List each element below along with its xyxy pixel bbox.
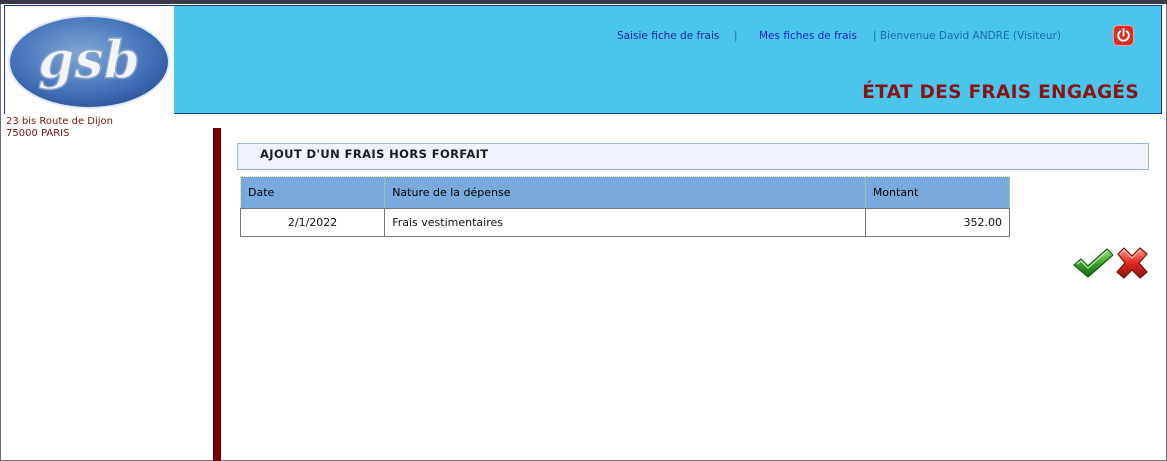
table-row: 2/1/2022 Frais vestimentaires 352.00 (239, 208, 1011, 237)
cross-icon (1116, 247, 1148, 279)
site-header: Saisie fiche de frais | Mes fiches de fr… (4, 5, 1162, 114)
column-header-montant: Montant (864, 176, 1011, 209)
section-header: AJOUT D'UN FRAIS HORS FORFAIT (237, 143, 1149, 170)
address-line-2: 75000 PARIS (6, 128, 70, 139)
frais-hors-forfait-table: Date Nature de la dépense Montant 2/1/20… (239, 176, 1011, 237)
cell-montant: 352.00 (864, 208, 1011, 237)
cell-nature: Frais vestimentaires (384, 208, 866, 237)
checkmark-icon (1073, 248, 1114, 278)
power-icon (1117, 28, 1130, 42)
gsb-logo-image: gsb (8, 15, 170, 109)
page-title: ÉTAT DES FRAIS ENGAGÉS (862, 82, 1139, 103)
table-header-row: Date Nature de la dépense Montant (239, 176, 1011, 209)
column-header-date: Date (239, 176, 386, 209)
nav-separator: | (734, 30, 738, 42)
nav-link-mes-fiches[interactable]: Mes fiches de frais (759, 30, 857, 42)
validate-button[interactable] (1072, 246, 1114, 280)
svg-text:gsb: gsb (38, 30, 140, 91)
cell-date: 2/1/2022 (239, 208, 386, 237)
column-header-nature: Nature de la dépense (384, 176, 866, 209)
sidebar-divider (213, 128, 221, 461)
nav-welcome-user[interactable]: | Bienvenue David ANDRE (Visiteur) (873, 30, 1061, 42)
section-title: AJOUT D'UN FRAIS HORS FORFAIT (260, 147, 489, 161)
window-top-border (0, 0, 1167, 4)
cancel-button[interactable] (1114, 246, 1150, 280)
address-line-1: 23 bis Route de Dijon (6, 116, 114, 127)
nav-link-saisie-fiche[interactable]: Saisie fiche de frais (617, 30, 719, 42)
logout-button[interactable] (1113, 25, 1134, 46)
gsb-logo[interactable]: gsb (5, 6, 174, 114)
